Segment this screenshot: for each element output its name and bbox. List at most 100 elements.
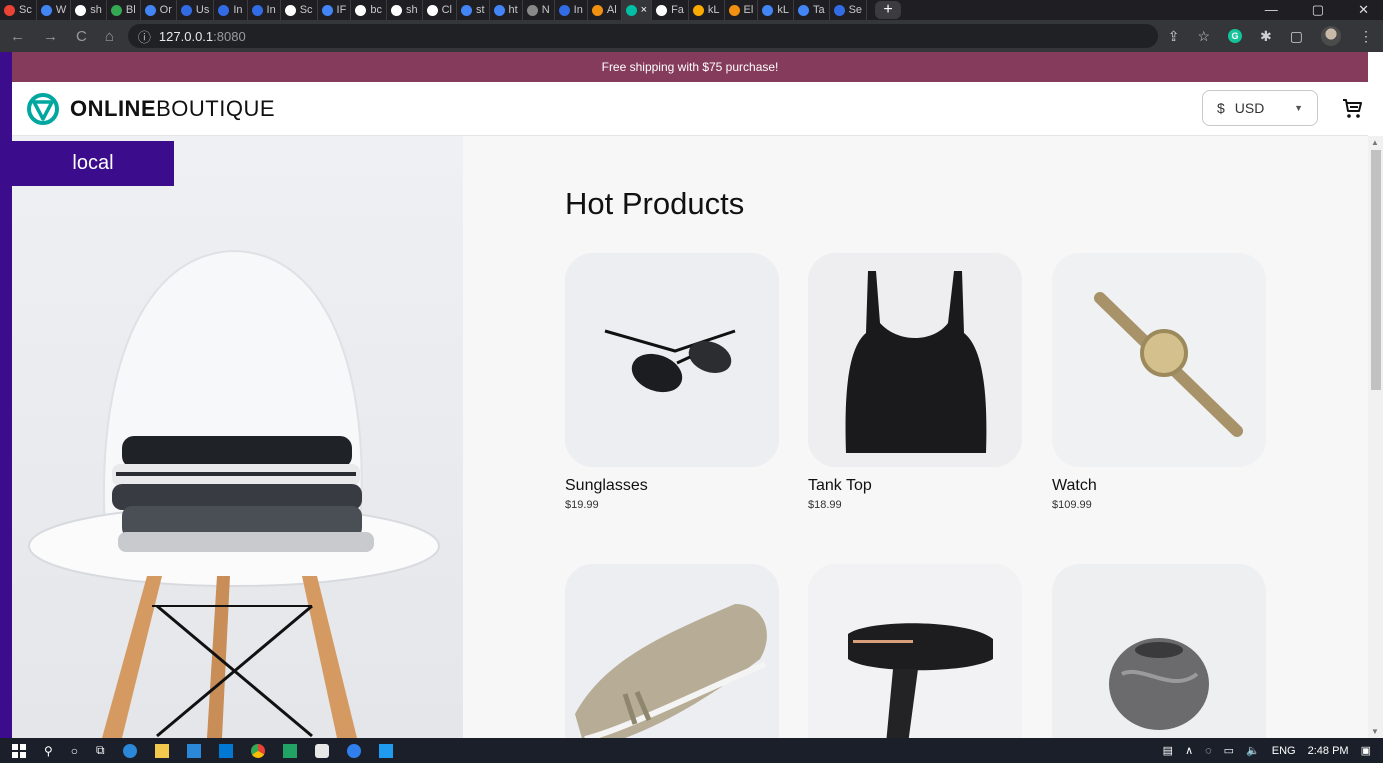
browser-tab[interactable]: W [37, 0, 72, 20]
home-icon[interactable]: ⌂ [105, 28, 114, 45]
tab-label: kL [707, 4, 720, 16]
tab-favicon-icon [591, 4, 603, 16]
browser-tab[interactable]: st [457, 0, 490, 20]
windows-start-icon[interactable] [12, 743, 26, 758]
forward-icon[interactable]: → [43, 28, 58, 45]
product-name[interactable]: Sunglasses [565, 477, 779, 495]
clock[interactable]: 2:48 PM [1308, 745, 1349, 757]
cart-icon[interactable] [1340, 96, 1364, 120]
browser-tab[interactable]: bc [351, 0, 387, 20]
currency-symbol: $ [1217, 100, 1225, 116]
currency-select[interactable]: $ USD ▼ [1202, 90, 1318, 126]
new-tab-button[interactable]: + [875, 1, 902, 19]
product-card-loafers[interactable] [565, 564, 779, 738]
browser-tab[interactable]: sh [387, 0, 423, 20]
product-image[interactable] [808, 253, 1022, 467]
search-icon[interactable]: ⚲ [44, 744, 53, 758]
product-name[interactable]: Tank Top [808, 477, 1022, 495]
back-icon[interactable]: ← [10, 28, 25, 45]
product-name[interactable]: Watch [1052, 477, 1266, 495]
tab-label: Bl [125, 4, 136, 16]
product-card-hairdryer[interactable] [808, 564, 1022, 738]
reload-icon[interactable]: C [76, 28, 87, 45]
product-image[interactable] [1052, 564, 1266, 738]
browser-tab[interactable]: N [523, 0, 555, 20]
task-view-icon[interactable]: ⧉ [96, 743, 105, 758]
browser-menu-icon[interactable]: ⋮ [1359, 28, 1373, 45]
browser-tab[interactable]: ht [490, 0, 523, 20]
browser-tab[interactable]: Al [588, 0, 622, 20]
tab-label: El [743, 4, 754, 16]
browser-tab[interactable]: El [725, 0, 759, 20]
page-scrollbar[interactable]: ▲ ▼ [1368, 136, 1383, 738]
paint-icon[interactable] [314, 743, 329, 758]
browser-tab[interactable]: Us [177, 0, 215, 20]
scroll-down-icon[interactable]: ▼ [1371, 727, 1379, 736]
vscode-icon[interactable] [378, 743, 393, 758]
volume-icon[interactable]: 🔈 [1246, 744, 1260, 757]
product-card-candle-holder[interactable] [1052, 564, 1266, 738]
browser-tab[interactable]: kL [758, 0, 794, 20]
battery-icon[interactable]: ▭ [1224, 744, 1234, 757]
browser-tab[interactable]: kL [689, 0, 725, 20]
browser-tab[interactable]: Or [141, 0, 177, 20]
tab-label: Fa [671, 4, 684, 16]
tab-favicon-icon [40, 4, 52, 16]
product-image[interactable] [565, 564, 779, 738]
browser-tab[interactable]: Cl [423, 0, 457, 20]
language-indicator[interactable]: ENG [1272, 745, 1296, 757]
browser-tab[interactable]: In [248, 0, 281, 20]
cortana-icon[interactable]: ○ [71, 744, 78, 758]
product-price: $109.99 [1052, 499, 1092, 511]
product-price: $18.99 [808, 499, 842, 511]
browser-tab[interactable]: × [621, 0, 653, 20]
browser-tab[interactable]: Bl [107, 0, 141, 20]
share-icon[interactable]: ⇪ [1168, 28, 1180, 45]
product-image[interactable] [808, 564, 1022, 738]
site-logo[interactable]: ONLINEBOUTIQUE [26, 92, 275, 126]
product-image[interactable] [565, 253, 779, 467]
tab-favicon-icon [218, 4, 230, 16]
grammarly-extension-icon[interactable]: G [1228, 29, 1243, 43]
close-window-button[interactable]: ✕ [1358, 2, 1369, 18]
browser-tab[interactable]: Fa [652, 0, 689, 20]
browser-tab[interactable]: Sc [0, 0, 37, 20]
bookmark-star-icon[interactable]: ☆ [1197, 28, 1210, 45]
browser-tab[interactable]: In [214, 0, 248, 20]
notifications-icon[interactable]: ▣ [1361, 744, 1371, 757]
browser-tab[interactable]: Sc [281, 0, 318, 20]
hero-image: local [12, 136, 463, 738]
minimize-button[interactable]: — [1265, 2, 1278, 18]
product-card-watch[interactable]: Watch $109.99 [1052, 253, 1266, 511]
scroll-up-icon[interactable]: ▲ [1371, 138, 1379, 147]
browser-tab[interactable]: sh [71, 0, 107, 20]
product-card-sunglasses[interactable]: Sunglasses $19.99 [565, 253, 779, 511]
side-panel-icon[interactable]: ▢ [1290, 28, 1303, 45]
tab-label: Sc [19, 4, 32, 16]
chevron-up-icon[interactable]: ∧ [1185, 744, 1193, 757]
edge-icon[interactable] [122, 743, 137, 758]
keyboard-icon[interactable]: ▤ [1163, 744, 1173, 757]
shipping-banner: Free shipping with $75 purchase! [12, 52, 1368, 82]
address-bar[interactable]: ⓘ 127.0.0.1:8080 [127, 24, 1158, 48]
scrollbar-thumb[interactable] [1371, 150, 1381, 390]
product-card-tank-top[interactable]: Tank Top $18.99 [808, 253, 1022, 511]
chrome-icon[interactable] [250, 743, 265, 758]
product-image[interactable] [1052, 253, 1266, 467]
file-explorer-icon[interactable] [154, 743, 169, 758]
tab-label: ht [508, 4, 518, 16]
browser-tab[interactable]: Se [830, 0, 868, 20]
extensions-icon[interactable]: ✱ [1260, 28, 1272, 45]
site-info-icon[interactable]: ⓘ [138, 27, 151, 46]
maximize-button[interactable]: ▢ [1312, 2, 1324, 18]
profile-avatar[interactable] [1321, 26, 1341, 46]
browser-tab[interactable]: Ta [794, 0, 830, 20]
tab-label: IF [336, 4, 347, 16]
network-icon[interactable]: ◌ [1205, 745, 1212, 757]
browser-tab[interactable]: In [555, 0, 588, 20]
mail-icon[interactable] [218, 743, 233, 758]
app-icon[interactable] [346, 743, 361, 758]
browser-tab[interactable]: IF [318, 0, 352, 20]
excel-icon[interactable] [282, 743, 297, 758]
store-icon[interactable] [186, 743, 201, 758]
